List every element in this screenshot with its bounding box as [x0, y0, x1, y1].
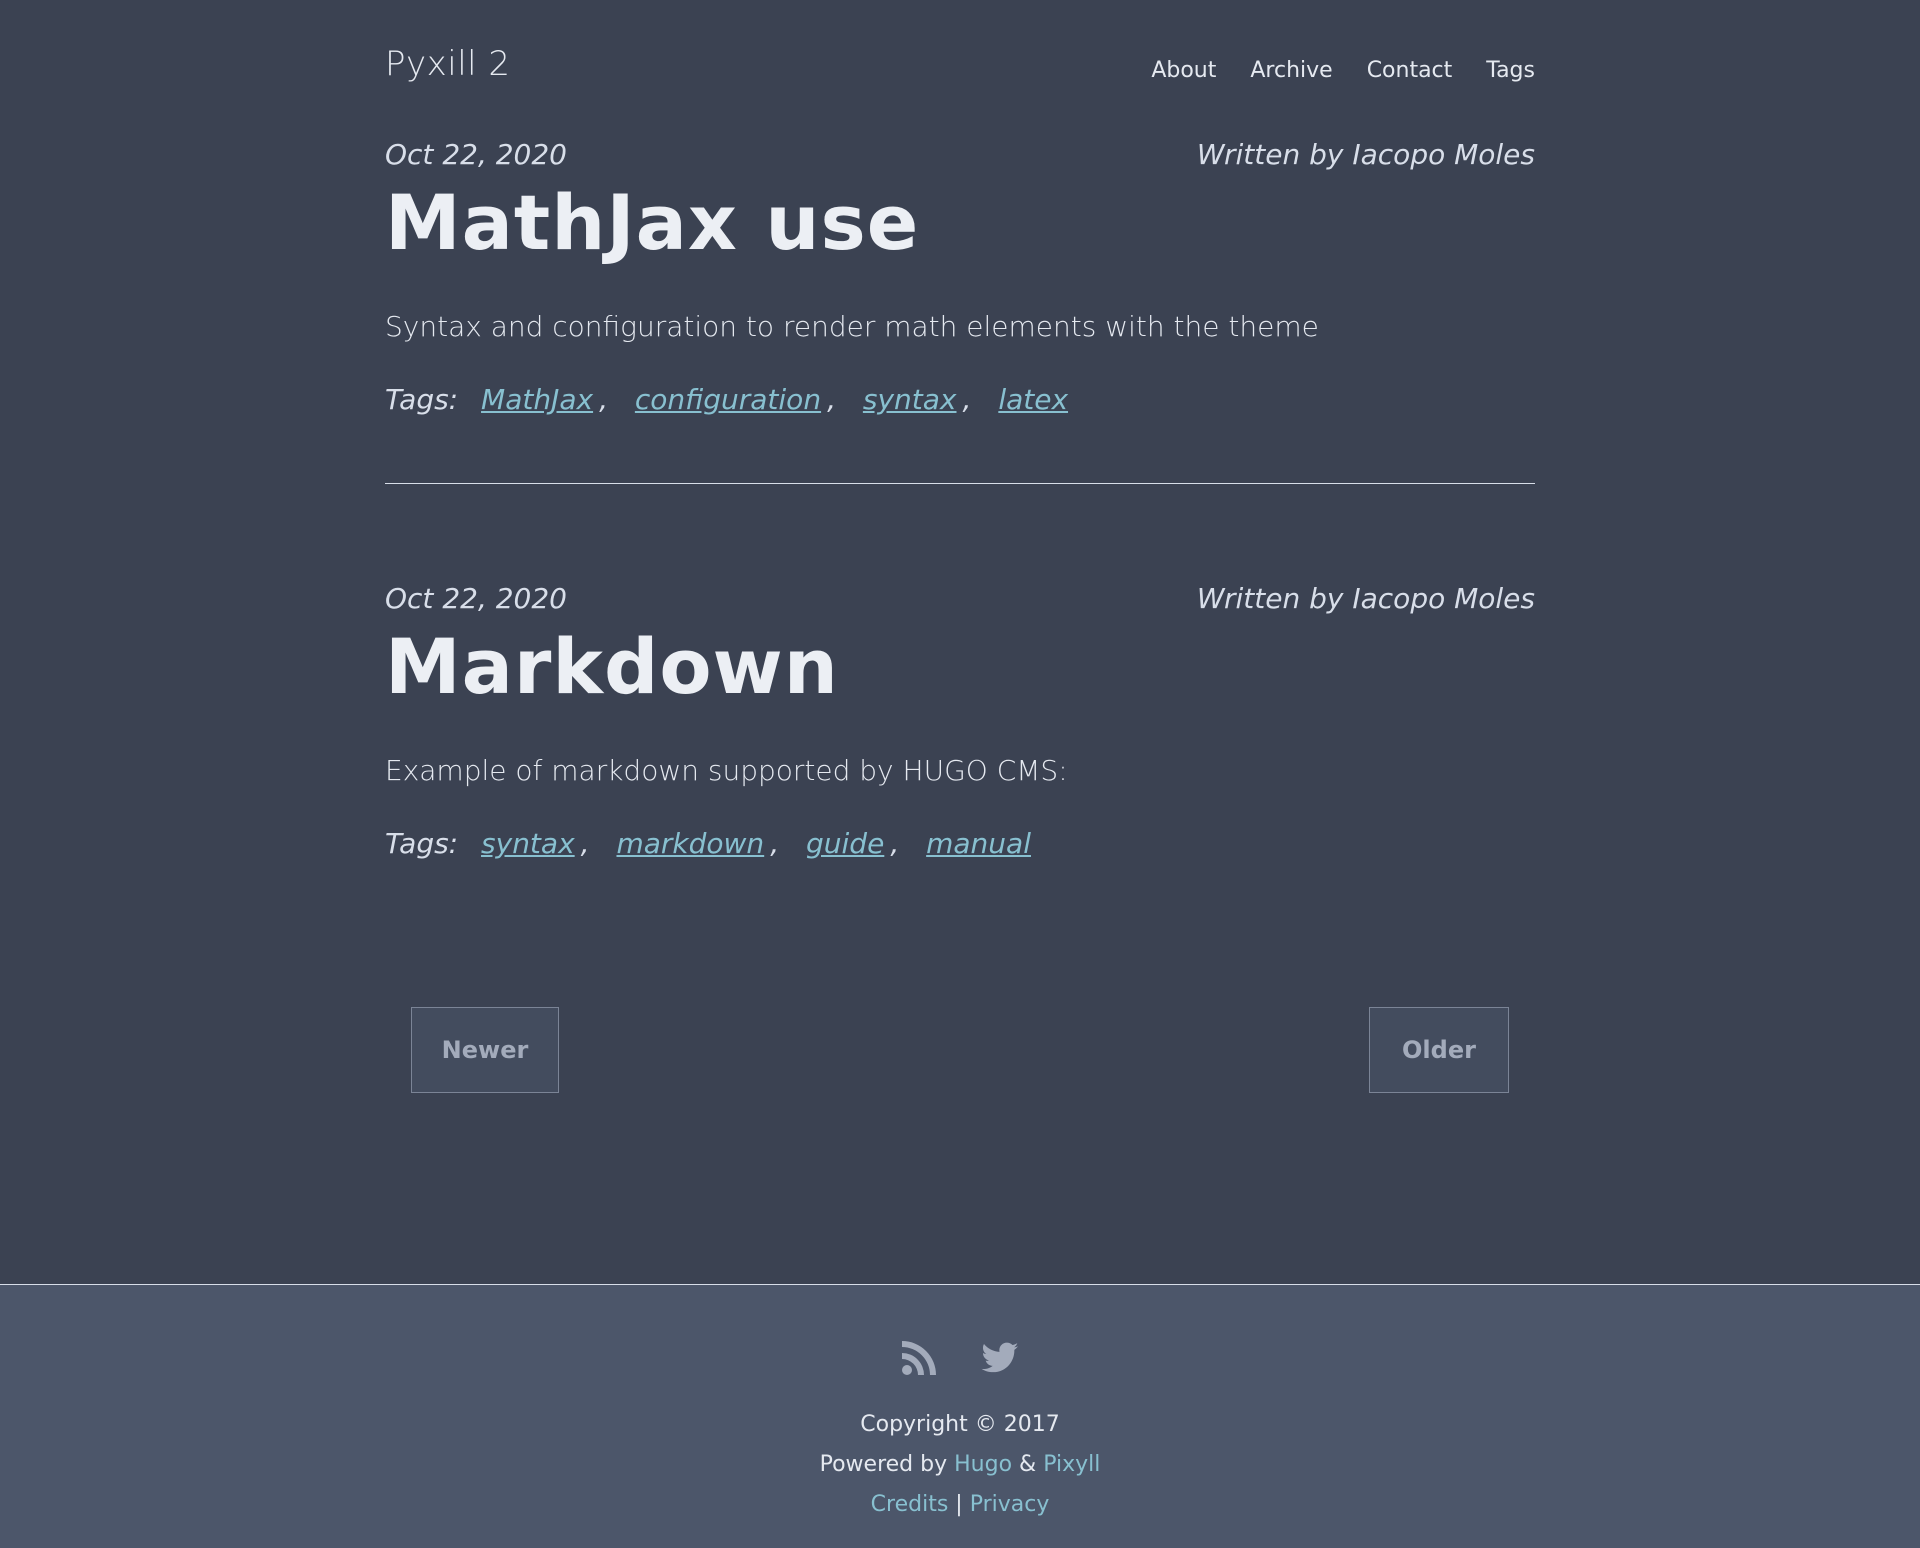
post-item: Oct 22, 2020 Written by Iacopo Moles Mar…: [385, 582, 1535, 860]
tag-link[interactable]: syntax: [863, 383, 957, 416]
tag-link[interactable]: configuration: [635, 383, 821, 416]
tags-label: Tags:: [385, 827, 459, 860]
post-date: Oct 22, 2020: [385, 582, 567, 615]
older-button[interactable]: Older: [1369, 1007, 1509, 1093]
post-item: Oct 22, 2020 Written by Iacopo Moles Mat…: [385, 138, 1535, 416]
footer-links: Credits | Privacy: [0, 1492, 1920, 1517]
site-title-link[interactable]: Pyxill 2: [385, 44, 511, 84]
tag-link[interactable]: markdown: [616, 827, 764, 860]
nav-tags[interactable]: Tags: [1486, 58, 1535, 83]
pixyll-link[interactable]: Pixyll: [1043, 1452, 1100, 1477]
hugo-link[interactable]: Hugo: [954, 1452, 1012, 1477]
tag-separator: ,: [827, 383, 836, 416]
post-meta: Oct 22, 2020 Written by Iacopo Moles: [385, 138, 1535, 178]
post-summary: Syntax and configuration to render math …: [385, 310, 1319, 343]
tag-link[interactable]: manual: [926, 827, 1031, 860]
site-header: Pyxill 2 About Archive Contact Tags: [385, 44, 1535, 96]
main-nav: About Archive Contact Tags: [1151, 58, 1535, 83]
nav-about[interactable]: About: [1151, 58, 1216, 83]
tag-separator: ,: [770, 827, 780, 860]
powered-by-label: Powered by: [819, 1452, 955, 1477]
powered-by-line: Powered by Hugo & Pixyll: [0, 1452, 1920, 1477]
post-title-link[interactable]: Markdown: [385, 622, 1535, 712]
post-summary: Example of markdown supported by HUGO CM…: [385, 754, 1068, 787]
post-title-link[interactable]: MathJax use: [385, 178, 1535, 268]
post-divider: [385, 483, 1535, 484]
post-meta: Oct 22, 2020 Written by Iacopo Moles: [385, 582, 1535, 622]
tags-label: Tags:: [385, 383, 459, 416]
nav-contact[interactable]: Contact: [1367, 58, 1453, 83]
page: Pyxill 2 About Archive Contact Tags Oct …: [0, 0, 1920, 1548]
tag-separator: ,: [599, 383, 608, 416]
link-separator: |: [948, 1492, 970, 1517]
tag-link[interactable]: MathJax: [481, 383, 593, 416]
twitter-icon[interactable]: [980, 1337, 1020, 1377]
tag-separator: ,: [890, 827, 900, 860]
tag-link[interactable]: syntax: [481, 827, 575, 860]
tag-separator: ,: [580, 827, 590, 860]
post-date: Oct 22, 2020: [385, 138, 567, 171]
tag-link[interactable]: latex: [998, 383, 1068, 416]
credits-link[interactable]: Credits: [871, 1492, 949, 1517]
site-footer: Copyright © 2017 Powered by Hugo & Pixyl…: [0, 1284, 1920, 1548]
post-tags: Tags: syntax, markdown, guide, manual: [385, 827, 1535, 860]
ampersand: &: [1012, 1452, 1044, 1477]
copyright-text: Copyright © 2017: [860, 1412, 1060, 1437]
rss-icon[interactable]: [900, 1337, 940, 1377]
privacy-link[interactable]: Privacy: [970, 1492, 1050, 1517]
post-author: Written by Iacopo Moles: [1196, 138, 1535, 171]
newer-button[interactable]: Newer: [411, 1007, 559, 1093]
post-author: Written by Iacopo Moles: [1196, 582, 1535, 615]
nav-archive[interactable]: Archive: [1250, 58, 1332, 83]
social-links: [0, 1337, 1920, 1377]
tag-link[interactable]: guide: [806, 827, 884, 860]
post-tags: Tags: MathJax, configuration, syntax, la…: [385, 383, 1535, 416]
tag-separator: ,: [962, 383, 972, 416]
